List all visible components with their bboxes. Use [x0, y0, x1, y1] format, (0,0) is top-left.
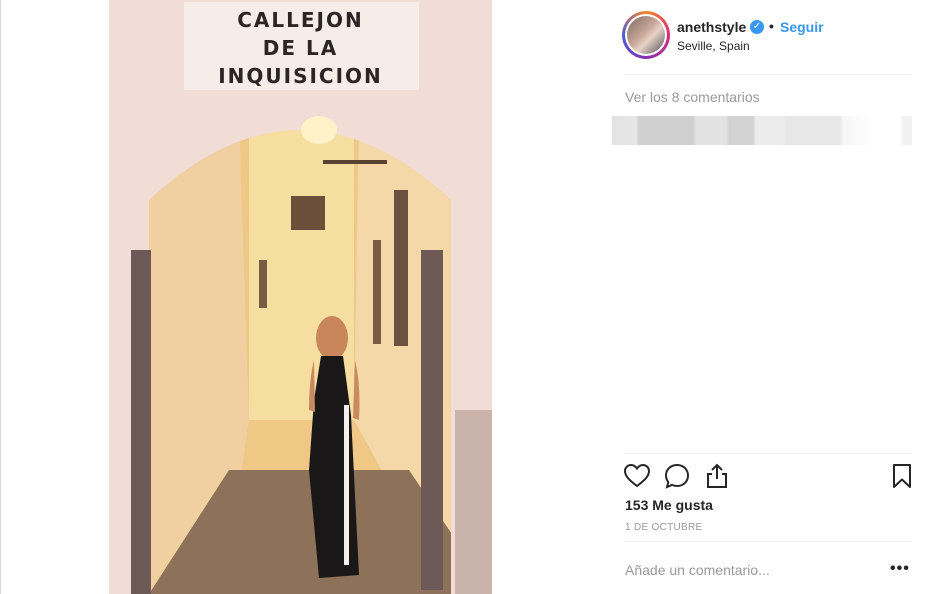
view-all-comments-link[interactable]: Ver los 8 comentarios [625, 89, 760, 105]
likes-count[interactable]: 153 Me gusta [625, 497, 713, 513]
share-icon[interactable] [703, 462, 731, 490]
actions-divider [624, 453, 912, 454]
separator-dot: • [769, 18, 774, 34]
comment-icon[interactable] [663, 462, 691, 490]
location-link[interactable]: Seville, Spain [677, 39, 750, 53]
follow-button[interactable]: Seguir [780, 19, 824, 35]
avatar-frame [625, 14, 667, 56]
more-options-icon[interactable]: ••• [890, 560, 910, 578]
sign-line-1: CALLEJON [237, 8, 364, 32]
comment-divider [624, 541, 912, 542]
sign-line-3: INQUISICION [218, 64, 383, 88]
avatar-image [627, 16, 665, 54]
verified-badge-icon: ✓ [750, 20, 764, 34]
sign-line-2: DE LA [262, 36, 339, 60]
username-link[interactable]: anethstyle [677, 19, 746, 35]
post-date[interactable]: 1 DE OCTUBRE [625, 522, 703, 533]
heart-icon[interactable] [623, 462, 651, 490]
left-border [0, 0, 1, 594]
avatar[interactable] [622, 11, 670, 59]
post-details-panel: anethstyle ✓ • Seguir Seville, Spain Ver… [612, 0, 912, 594]
bookmark-icon[interactable] [888, 462, 916, 490]
header-divider [624, 74, 912, 75]
blurred-comment [612, 116, 912, 145]
photo-scene [109, 0, 492, 594]
post-photo[interactable]: CALLEJON DE LA INQUISICION [109, 0, 492, 594]
add-comment-input[interactable]: Añade un comentario... [625, 562, 770, 578]
